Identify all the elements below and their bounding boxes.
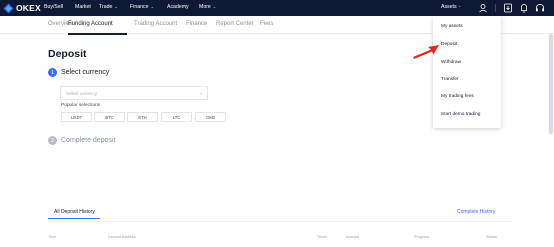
nav-market[interactable]: Market: [75, 4, 91, 10]
history-tab-indicator: [48, 218, 100, 219]
divider: [48, 221, 512, 222]
column-header-amount: Amount: [346, 235, 360, 239]
step-number-badge: 1: [48, 68, 57, 77]
bell-icon[interactable]: [519, 3, 529, 13]
tab-all-deposit-history[interactable]: All Deposit History: [54, 209, 95, 215]
menu-item-start-demo-trading[interactable]: Start demo trading: [441, 112, 480, 117]
top-navigation-bar: OKEX Buy/Sell Market Trade ⌄ Finance ⌄ Aca…: [0, 0, 554, 16]
step-select-currency: 1 Select currency: [48, 68, 109, 77]
currency-chip-ltc[interactable]: LTC: [161, 112, 192, 122]
menu-item-transfer[interactable]: Transfer: [441, 77, 459, 82]
page-scrollbar[interactable]: [549, 34, 553, 134]
step-number-badge: 2: [48, 136, 57, 145]
okex-logo-icon: [3, 3, 14, 13]
complete-history-link[interactable]: Complete History: [457, 209, 495, 215]
nav-trade[interactable]: Trade ⌄: [99, 4, 118, 10]
step-complete-deposit: 2 Complete deposit: [48, 136, 115, 145]
tab-report-center[interactable]: Report Center: [216, 21, 254, 27]
nav-academy[interactable]: Academy: [167, 4, 189, 10]
menu-item-withdraw[interactable]: Withdraw: [441, 60, 461, 65]
column-header-token: Token: [317, 235, 328, 239]
okex-logo[interactable]: OKEX: [3, 2, 41, 14]
column-header-progress: Progress: [414, 235, 430, 239]
headset-icon[interactable]: [535, 3, 545, 13]
nav-finance[interactable]: Finance ⌄: [130, 4, 154, 10]
nav-divider: [495, 4, 496, 12]
currency-chip-okb[interactable]: OKB: [195, 112, 226, 122]
chevron-down-icon: ⌄: [150, 4, 154, 9]
assets-dropdown-menu: My assets Deposit Withdraw Transfer My t…: [433, 16, 501, 128]
logo-text: OKEX: [16, 3, 41, 13]
tab-funding-account[interactable]: Funding Account: [68, 21, 113, 27]
tab-fees[interactable]: Fees: [260, 21, 273, 27]
menu-item-my-trading-fees[interactable]: My trading fees: [441, 94, 474, 99]
chevron-down-icon: ⌄: [199, 90, 203, 95]
tab-trading-account[interactable]: Trading Account: [134, 21, 177, 27]
step-label: Select currency: [61, 69, 110, 76]
chevron-down-icon: ⌄: [212, 4, 217, 9]
step-label: Complete deposit: [61, 137, 116, 144]
active-tab-indicator: [68, 33, 127, 35]
nav-assets[interactable]: Assets ^: [441, 4, 460, 10]
nav-more[interactable]: More ⌄: [199, 4, 216, 10]
page-title: Deposit: [48, 48, 87, 60]
popular-selections-label: Popular selections: [61, 103, 101, 108]
column-header-time: Time: [48, 235, 57, 239]
currency-select[interactable]: Select currency ⌄: [60, 86, 208, 100]
currency-chip-usdt[interactable]: USDT: [61, 112, 92, 122]
menu-item-my-assets[interactable]: My assets: [441, 24, 463, 29]
tab-finance[interactable]: Finance: [186, 21, 207, 27]
currency-chip-btc[interactable]: BTC: [94, 112, 125, 122]
download-icon[interactable]: [503, 3, 513, 13]
chevron-down-icon: ⌄: [114, 4, 118, 9]
column-header-status: Status: [486, 235, 497, 239]
chevron-up-icon: ^: [458, 4, 461, 9]
select-placeholder: Select currency: [66, 90, 98, 96]
nav-buy-sell[interactable]: Buy/Sell: [44, 4, 63, 10]
red-arrow-annotation: [413, 45, 439, 59]
menu-item-deposit[interactable]: Deposit: [441, 42, 457, 47]
user-icon[interactable]: [478, 3, 488, 13]
column-header-deposit-address: Deposit Address: [108, 235, 136, 239]
currency-chip-eth[interactable]: ETH: [127, 112, 158, 122]
